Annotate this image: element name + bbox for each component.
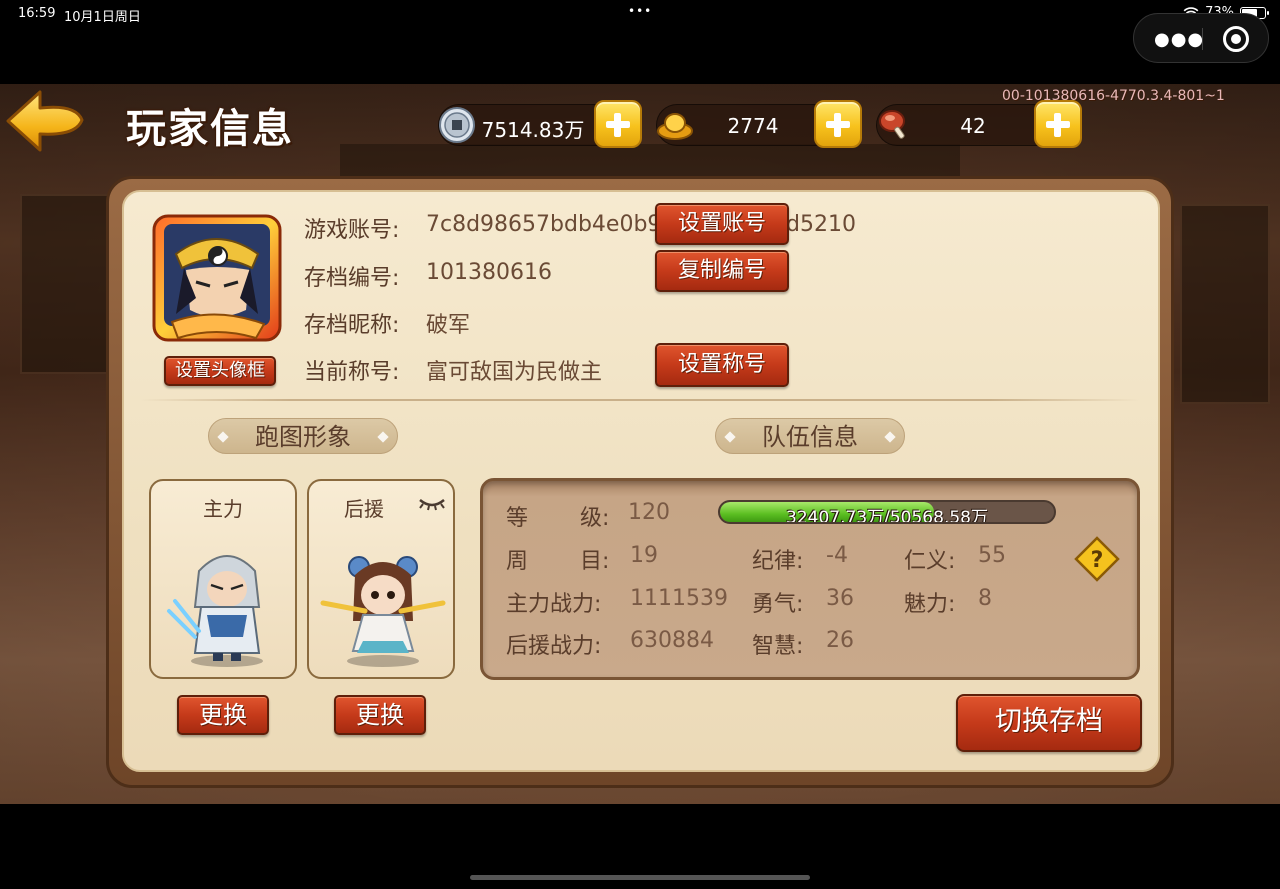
status-time: 16:59 <box>18 6 56 21</box>
home-indicator[interactable] <box>470 875 810 880</box>
level-label-1: 等 <box>506 506 529 531</box>
xp-progress-text: 32407.73万/50568.58万 <box>786 508 988 524</box>
section-divider <box>140 399 1140 401</box>
diamond-right-icon <box>377 431 389 443</box>
back-arrow-icon[interactable] <box>4 88 86 154</box>
miniprogram-capsule: ●●● <box>1133 13 1269 63</box>
meat-drumstick-icon <box>879 110 905 139</box>
courage-value: 36 <box>826 586 854 611</box>
map-image-heading: 跑图形象 <box>208 418 398 454</box>
xp-progress-bar: 32407.73万/50568.58万 <box>718 500 1056 524</box>
gold-value: 2774 <box>727 114 779 138</box>
round-label-1: 周 <box>506 549 529 574</box>
capsule-separator <box>1202 28 1203 50</box>
main-power-label: 主力战力: <box>506 592 602 617</box>
charm-label: 魅力: <box>904 592 956 617</box>
main-power-value: 1111539 <box>630 586 728 611</box>
resource-gold: 2774 <box>656 104 836 146</box>
benevolence-label: 仁义: <box>904 549 956 574</box>
switch-save-button[interactable]: 切换存档 <box>956 694 1142 752</box>
round-label-2: 目: <box>580 549 610 574</box>
copy-id-button[interactable]: 复制编号 <box>655 250 789 292</box>
gold-ingot-icon <box>657 113 693 140</box>
support-power-value: 630884 <box>630 628 714 653</box>
copper-coin-icon <box>439 107 475 143</box>
diamond-left-icon <box>217 431 229 443</box>
coin-value: 7514.83万 <box>481 118 585 142</box>
courage-label: 勇气: <box>752 592 804 617</box>
wisdom-value: 26 <box>826 628 854 653</box>
player-avatar[interactable] <box>146 210 288 346</box>
bg-window-right <box>1180 204 1270 404</box>
page-title: 玩家信息 <box>126 106 294 152</box>
save-id-value: 101380616 <box>426 260 552 285</box>
title-value: 富可敌国为民做主 <box>426 360 603 385</box>
status-date: 10月1日周日 <box>64 10 141 25</box>
eye-closed-icon[interactable] <box>417 495 447 513</box>
nickname-label: 存档昵称: <box>304 313 400 338</box>
multitask-dots-icon[interactable]: ••• <box>628 4 652 18</box>
account-value-tail: d5210 <box>786 212 856 237</box>
support-card-label: 后援 <box>344 497 384 521</box>
add-meat-button[interactable] <box>1034 100 1082 148</box>
bg-window-left <box>20 194 110 374</box>
question-mark-icon[interactable]: ? <box>1074 536 1120 582</box>
add-gold-button[interactable] <box>814 100 862 148</box>
map-image-heading-text: 跑图形象 <box>255 423 351 451</box>
main-card-label: 主力 <box>203 497 243 521</box>
round-value: 19 <box>630 543 658 568</box>
nickname-value: 破军 <box>426 313 471 338</box>
support-power-label: 后援战力: <box>506 634 602 659</box>
title-label: 当前称号: <box>304 360 400 385</box>
discipline-label: 纪律: <box>752 549 804 574</box>
add-coin-button[interactable] <box>594 100 642 148</box>
support-character-card[interactable]: 后援 <box>307 479 455 679</box>
set-avatar-frame-button[interactable]: 设置头像框 <box>164 356 276 386</box>
save-id-label: 存档编号: <box>304 266 400 291</box>
set-account-button[interactable]: 设置账号 <box>655 203 789 245</box>
svg-text:?: ? <box>1091 548 1104 573</box>
diamond-right-icon <box>884 431 896 443</box>
more-dots-icon[interactable]: ●●● <box>1154 29 1204 50</box>
wisdom-label: 智慧: <box>752 634 804 659</box>
change-main-button[interactable]: 更换 <box>177 695 269 735</box>
support-character-sprite <box>320 556 446 667</box>
team-info-heading: 队伍信息 <box>715 418 905 454</box>
discipline-value: -4 <box>826 543 848 568</box>
level-label-2: 级: <box>580 506 610 531</box>
level-value: 120 <box>628 500 670 525</box>
benevolence-value: 55 <box>978 543 1006 568</box>
target-circle-icon[interactable] <box>1223 26 1249 52</box>
meat-value: 42 <box>960 114 986 138</box>
account-label: 游戏账号: <box>304 218 400 243</box>
main-character-sprite <box>167 555 263 667</box>
resource-meat: 42 <box>876 104 1058 146</box>
main-character-card[interactable]: 主力 <box>149 479 297 679</box>
set-title-button[interactable]: 设置称号 <box>655 343 789 387</box>
version-string: 00-101380616-4770.3.4-801~1 <box>1002 88 1225 104</box>
status-bar: 16:59 10月1日周日 ••• 73% <box>0 0 1280 28</box>
charm-value: 8 <box>978 586 992 611</box>
change-support-button[interactable]: 更换 <box>334 695 426 735</box>
account-value: 7c8d98657bdb4e0b9 <box>426 212 662 237</box>
diamond-left-icon <box>724 431 736 443</box>
team-info-heading-text: 队伍信息 <box>762 423 858 451</box>
resource-coin: 7514.83万 <box>438 104 618 146</box>
